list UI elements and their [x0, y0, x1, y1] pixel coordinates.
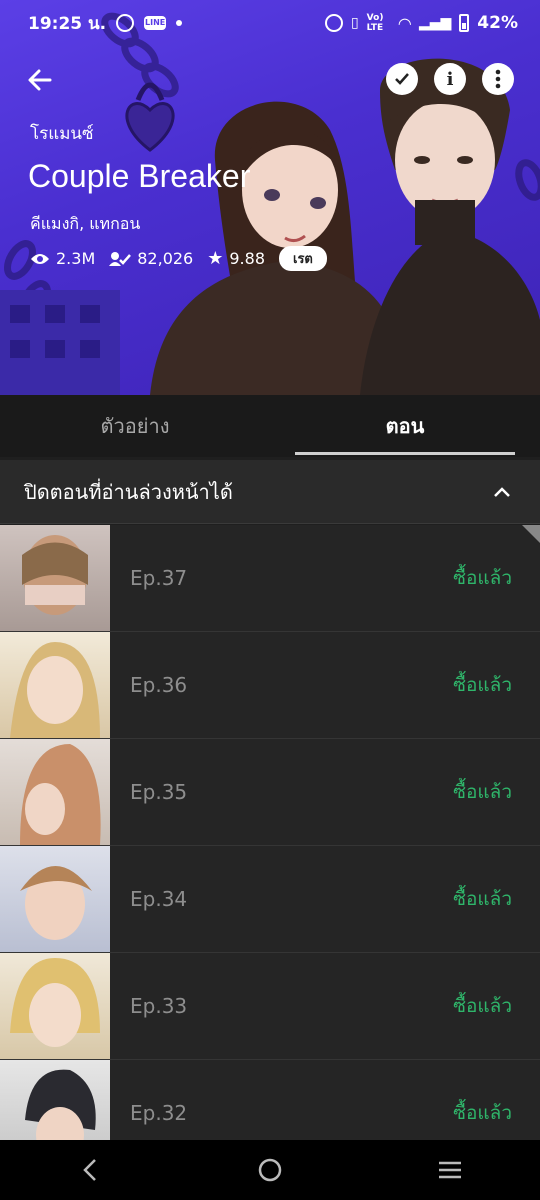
battery-percent: 42%: [477, 13, 518, 33]
subscribe-check-button[interactable]: [386, 63, 418, 95]
episode-number: Ep.34: [130, 887, 188, 911]
battery-icon: [459, 14, 470, 32]
episode-thumbnail: [0, 525, 110, 631]
alarm-icon: [324, 14, 343, 32]
tab-bar: ตัวอย่าง ตอน: [0, 395, 540, 457]
vibrate-icon: ▯: [350, 15, 359, 31]
messenger-icon: [116, 14, 135, 32]
purchased-status: ซื้อแล้ว: [453, 1102, 512, 1124]
more-vertical-icon: [495, 69, 501, 89]
tab-preview[interactable]: ตัวอย่าง: [0, 395, 270, 457]
wifi-icon: ◠: [398, 13, 411, 33]
episode-row[interactable]: Ep.36 ซื้อแล้ว: [0, 632, 540, 739]
signal-icon: ▂▄▆: [418, 15, 452, 31]
episode-row[interactable]: Ep.33 ซื้อแล้ว: [0, 953, 540, 1060]
line-app-icon: LINE: [144, 16, 167, 30]
status-time: 19:25 น.: [28, 13, 107, 34]
rate-button[interactable]: เรต: [279, 246, 327, 271]
volte-badge: Vo) LTE: [366, 13, 384, 33]
nav-back-button[interactable]: [60, 1150, 120, 1190]
corner-marker-icon: [522, 525, 540, 543]
purchased-status: ซื้อแล้ว: [453, 674, 512, 696]
status-bar: 19:25 น. LINE ▯ Vo) LTE ◠ ▂▄▆ 42%: [0, 0, 540, 46]
subscribers-stat: 82,026: [109, 249, 193, 268]
info-icon: i: [446, 68, 454, 90]
episode-thumbnail: [0, 953, 110, 1059]
episode-thumbnail: [0, 739, 110, 845]
episode-thumbnail: [0, 846, 110, 952]
eye-icon: [31, 253, 49, 264]
views-count: 2.3M: [56, 249, 96, 268]
nav-home-button[interactable]: [240, 1150, 300, 1190]
nav-recents-icon: [439, 1161, 461, 1179]
notification-dot-icon: [176, 20, 183, 26]
series-title: Couple Breaker: [28, 158, 251, 194]
info-button[interactable]: i: [434, 63, 466, 95]
rating-stat: ★ 9.88: [207, 248, 265, 269]
views-stat: 2.3M: [30, 249, 95, 268]
author-label: คีแมงกิ, แทกอน: [30, 214, 141, 233]
purchased-status: ซื้อแล้ว: [453, 781, 512, 803]
hero-banner: 19:25 น. LINE ▯ Vo) LTE ◠ ▂▄▆ 42% i โรแม…: [0, 0, 540, 395]
nav-recents-button[interactable]: [420, 1150, 480, 1190]
subscribers-count: 82,026: [137, 249, 194, 268]
advance-episodes-header[interactable]: ปิดตอนที่อ่านล่วงหน้าได้: [0, 460, 540, 524]
episode-number: Ep.37: [130, 566, 188, 590]
purchased-status: ซื้อแล้ว: [453, 888, 512, 910]
nav-back-icon: [83, 1159, 96, 1181]
episode-row[interactable]: Ep.34 ซื้อแล้ว: [0, 846, 540, 953]
section-label: ปิดตอนที่อ่านล่วงหน้าได้: [24, 479, 233, 504]
episode-thumbnail: [0, 632, 110, 738]
more-options-button[interactable]: [482, 63, 514, 95]
back-arrow-icon[interactable]: [24, 64, 56, 96]
rating-value: 9.88: [229, 249, 265, 268]
genre-label: โรแมนซ์: [30, 124, 94, 144]
tab-episodes[interactable]: ตอน: [270, 395, 540, 457]
stats-row: 2.3M 82,026 ★ 9.88 เรต: [30, 246, 327, 271]
episode-row[interactable]: Ep.37 ซื้อแล้ว: [0, 525, 540, 632]
subscriber-check-icon: [109, 251, 132, 266]
episode-number: Ep.35: [130, 780, 188, 804]
system-nav-bar: [0, 1140, 540, 1200]
episode-list: Ep.37 ซื้อแล้ว Ep.36 ซื้อแล้ว Ep.35 ซื้อ…: [0, 525, 540, 1167]
check-icon: [395, 73, 409, 85]
episode-number: Ep.36: [130, 673, 188, 697]
star-icon: ★: [207, 248, 224, 269]
purchased-status: ซื้อแล้ว: [453, 567, 512, 589]
purchased-status: ซื้อแล้ว: [453, 995, 512, 1017]
episode-number: Ep.32: [130, 1101, 188, 1125]
episode-row[interactable]: Ep.35 ซื้อแล้ว: [0, 739, 540, 846]
episode-number: Ep.33: [130, 994, 188, 1018]
chevron-up-icon[interactable]: [492, 482, 512, 502]
top-app-bar: i: [0, 60, 540, 100]
nav-home-icon: [258, 1158, 282, 1182]
